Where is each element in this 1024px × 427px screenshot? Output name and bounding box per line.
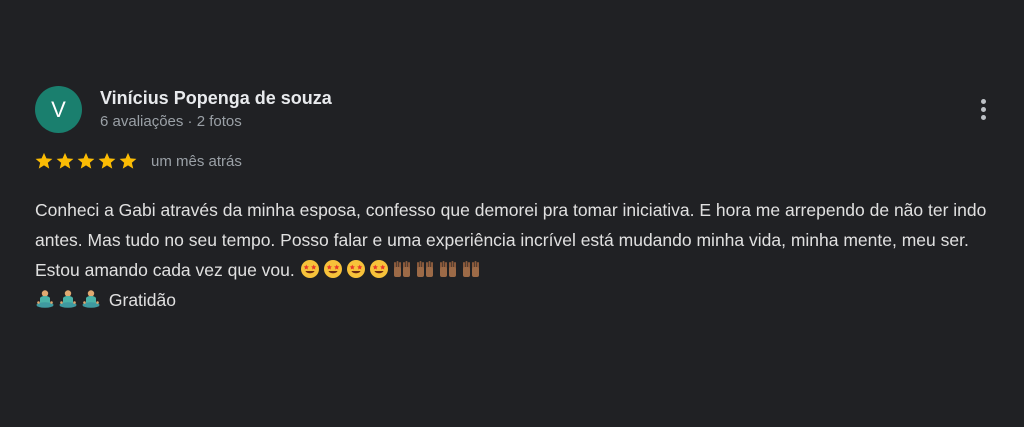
raising-hands-icon [392,259,412,279]
review-body: Conheci a Gabi através da minha esposa, … [35,200,987,280]
raising-hands-icon [415,259,435,279]
star-struck-face-icon [369,259,389,279]
star-icon [35,152,53,169]
rating-row: um mês atrás [34,151,242,171]
author-name[interactable]: Vinícius Popenga de souza [100,88,332,109]
star-struck-face-icon [300,259,320,279]
closing-word: Gratidão [108,290,176,310]
review-time: um mês atrás [151,152,242,170]
star-icon [77,152,95,169]
more-options-icon[interactable] [972,93,994,125]
raising-hands-icon [461,259,481,279]
star-rating [34,151,138,171]
star-icon [56,152,74,169]
review-text: Conheci a Gabi através da minha esposa, … [35,195,1000,315]
person-meditating-icon [35,289,55,309]
star-struck-face-icon [323,259,343,279]
person-meditating-icon [58,289,78,309]
avatar-letter: V [51,96,66,122]
raising-hands-icon [438,259,458,279]
star-struck-face-icon [346,259,366,279]
star-icon [98,152,116,169]
avatar[interactable]: V [35,86,82,133]
author-meta: 6 avaliações · 2 fotos [100,113,242,130]
person-meditating-icon [81,289,101,309]
star-icon [119,152,137,169]
review-card: V Vinícius Popenga de souza 6 avaliações… [0,0,1024,427]
